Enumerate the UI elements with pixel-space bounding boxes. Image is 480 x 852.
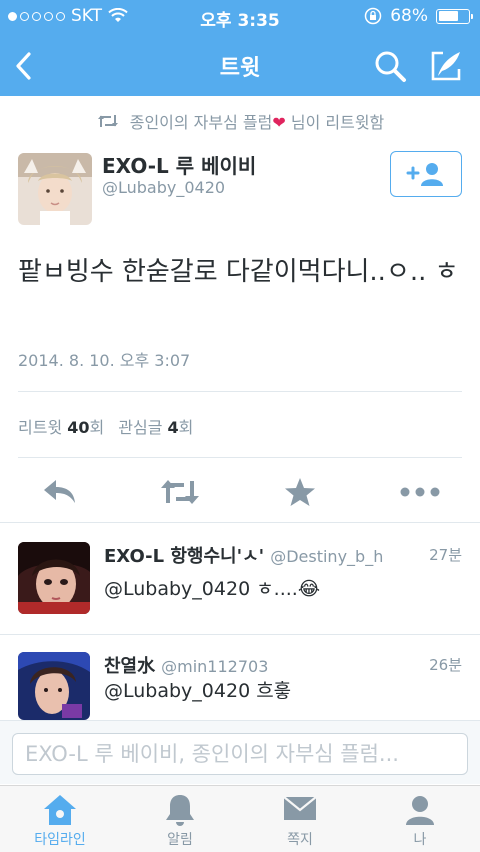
navigation-bar: 트윗	[0, 34, 480, 96]
status-bar: SKT 오후 3:35 68%	[0, 0, 480, 34]
reply-author-name: EXO-L 항행수니'ㅅ'	[104, 546, 265, 567]
tab-timeline[interactable]: 타임라인	[0, 786, 120, 852]
reply-author[interactable]: 찬열水 @min112703	[104, 652, 268, 678]
reply-text: @Lubaby_0420 ㅎ....😂	[104, 578, 321, 600]
tweet-stats: 리트윗 40회 관심글 4회	[18, 414, 193, 438]
reply-author-name: 찬열水	[104, 656, 156, 677]
tweet-timestamp: 2014. 8. 10. 오후 3:07	[18, 351, 191, 370]
reply-author[interactable]: EXO-L 항행수니'ㅅ' @Destiny_b_h	[104, 542, 383, 568]
heart-emoji-icon: ❤	[272, 113, 286, 132]
search-button[interactable]	[368, 44, 412, 88]
tab-bar: 타임라인 알림 쪽지 나	[0, 785, 480, 852]
orientation-lock-icon	[364, 7, 382, 25]
tab-label: 알림	[167, 832, 193, 848]
reply-author-handle: @Destiny_b_h	[270, 547, 384, 566]
reply-button[interactable]	[30, 470, 90, 514]
reply-time: 26분	[429, 656, 462, 674]
reply-time: 27분	[429, 546, 462, 564]
compose-icon	[431, 51, 461, 81]
search-icon	[375, 51, 406, 82]
battery-status: 68%	[364, 6, 473, 26]
bell-icon	[166, 795, 194, 826]
retweeter-name[interactable]: 종인이의 자부심 플럼	[130, 113, 273, 132]
add-user-icon	[406, 163, 443, 186]
tab-me[interactable]: 나	[360, 786, 480, 852]
reply-avatar[interactable]	[18, 652, 90, 720]
battery-icon	[436, 8, 473, 24]
tweet-author: EXO-L 루 베이비 @Lubaby_0420	[18, 150, 462, 226]
envelope-icon	[283, 796, 317, 820]
more-icon	[400, 487, 440, 497]
star-icon	[285, 478, 315, 506]
tab-label: 쪽지	[287, 832, 313, 848]
compose-tweet-button[interactable]	[424, 44, 468, 88]
reply-input[interactable]	[12, 733, 468, 775]
divider	[18, 457, 462, 458]
retweet-notice-suffix: 님이 리트윗함	[290, 113, 385, 132]
tab-label: 나	[413, 832, 427, 848]
reply-avatar[interactable]	[18, 542, 90, 614]
reply-tweet[interactable]: EXO-L 항행수니'ㅅ' @Destiny_b_h 27분 @Lubaby_04…	[0, 522, 480, 634]
reply-author-handle: @min112703	[161, 657, 269, 676]
author-avatar[interactable]	[18, 153, 92, 225]
person-icon	[406, 796, 434, 825]
reply-tweet[interactable]: 찬열水 @min112703 26분 @Lubaby_0420 흐흫	[0, 634, 480, 720]
retweeted-by-notice: 종인이의 자부심 플럼❤ 님이 리트윗함	[0, 106, 480, 136]
follow-button[interactable]	[390, 151, 462, 197]
divider	[18, 391, 462, 392]
retweet-icon	[161, 480, 199, 504]
reply-compose-bar	[0, 720, 480, 784]
favorite-count[interactable]: 관심글 4회	[118, 414, 193, 438]
tweet-actions	[0, 470, 480, 514]
tab-notifications[interactable]: 알림	[120, 786, 240, 852]
reply-icon	[44, 480, 75, 503]
more-button[interactable]	[390, 470, 450, 514]
battery-percent: 68%	[390, 6, 428, 26]
author-name[interactable]: EXO-L 루 베이비	[102, 150, 256, 179]
retweet-icon	[97, 115, 118, 127]
retweet-count[interactable]: 리트윗 40회	[18, 414, 104, 438]
favorite-button[interactable]	[270, 470, 330, 514]
author-handle[interactable]: @Lubaby_0420	[102, 178, 225, 197]
tweet-text: 팥ㅂ빙수 한숟갈로 다같이먹다니..ㅇ.. ㅎ	[18, 257, 459, 287]
reply-text: @Lubaby_0420 흐흫	[104, 680, 292, 702]
retweet-button[interactable]	[150, 470, 210, 514]
tab-messages[interactable]: 쪽지	[240, 786, 360, 852]
tab-label: 타임라인	[34, 832, 86, 848]
home-icon	[44, 795, 76, 825]
